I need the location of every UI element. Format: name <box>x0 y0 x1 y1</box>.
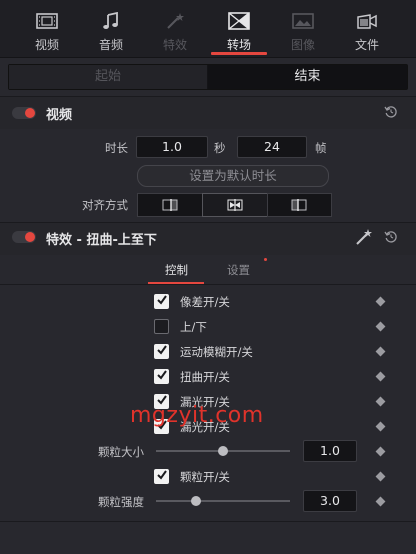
frames-unit: 帧 <box>315 141 327 155</box>
subtab-controls[interactable]: 控制 <box>165 262 188 278</box>
distort-checkbox[interactable] <box>154 369 169 384</box>
keyframe-icon[interactable] <box>375 371 386 382</box>
keyframe-icon[interactable] <box>375 446 386 457</box>
grain-strength-input[interactable]: 3.0 <box>303 490 357 512</box>
grain-strength-label: 颗粒强度 <box>98 495 144 509</box>
magic-wand-icon <box>167 13 184 29</box>
control-row: 扭曲开/关 <box>0 365 416 389</box>
tab-file[interactable]: 文件 <box>335 0 399 57</box>
control-label: 颗粒开/关 <box>180 470 230 484</box>
motion-blur-checkbox[interactable] <box>154 344 169 359</box>
aberration-checkbox[interactable] <box>154 294 169 309</box>
image-icon <box>292 13 314 29</box>
effect-enable-toggle[interactable] <box>12 231 36 243</box>
tab-effects-label: 特效 <box>162 38 187 52</box>
set-default-duration-button[interactable]: 设置为默认时长 <box>137 165 329 187</box>
keyframe-icon[interactable] <box>375 471 386 482</box>
effect-section-header: 特效 - 扭曲-上至下 <box>0 223 416 255</box>
divider <box>0 521 416 522</box>
duration-label: 时长 <box>105 141 128 155</box>
top-tab-bar: 视频 音频 特效 转场 图像 文件 <box>0 0 416 58</box>
seconds-unit: 秒 <box>214 141 226 155</box>
duration-frames-input[interactable]: 24 <box>237 136 307 158</box>
subtab-settings[interactable]: 设置 <box>227 262 250 278</box>
notification-dot <box>264 258 267 261</box>
grain-strength-slider[interactable] <box>156 496 290 506</box>
slider-handle[interactable] <box>191 496 202 506</box>
segment-end[interactable]: 结束 <box>208 65 407 89</box>
effect-section-title: 特效 - 扭曲-上至下 <box>46 233 157 248</box>
keyframe-icon[interactable] <box>375 396 386 407</box>
control-row: 颗粒开/关 <box>0 465 416 489</box>
transition-icon <box>228 12 250 30</box>
grain-strength-row: 颗粒强度 3.0 <box>0 490 416 514</box>
video-section-header: 视频 <box>0 97 416 129</box>
align-end-on-cut-button[interactable] <box>137 193 203 217</box>
tab-transition-label: 转场 <box>226 38 251 52</box>
control-row: 上/下 <box>0 315 416 339</box>
control-label: 扭曲开/关 <box>180 370 230 384</box>
music-note-icon <box>103 12 118 29</box>
control-label: 上/下 <box>180 320 207 334</box>
tab-image-label: 图像 <box>290 38 315 52</box>
tab-video[interactable]: 视频 <box>15 0 79 57</box>
tab-audio-label: 音频 <box>98 38 123 52</box>
tab-audio[interactable]: 音频 <box>79 0 143 57</box>
keyframe-icon[interactable] <box>375 321 386 332</box>
align-center-on-cut-button[interactable] <box>202 193 268 217</box>
tab-effects[interactable]: 特效 <box>143 0 207 57</box>
reset-icon[interactable] <box>384 105 398 119</box>
up-down-checkbox[interactable] <box>154 319 169 334</box>
align-start-on-cut-button[interactable] <box>267 193 332 217</box>
grain-size-input[interactable]: 1.0 <box>303 440 357 462</box>
tab-video-label: 视频 <box>34 38 59 52</box>
effect-library-icon[interactable] <box>354 227 374 247</box>
alignment-label: 对齐方式 <box>82 198 128 212</box>
segment-start[interactable]: 起始 <box>9 65 207 89</box>
align-right-icon <box>291 199 307 211</box>
control-label: 像差开/关 <box>180 295 230 309</box>
align-left-icon <box>162 199 178 211</box>
keyframe-icon[interactable] <box>375 421 386 432</box>
video-section-title: 视频 <box>46 108 73 123</box>
tab-image[interactable]: 图像 <box>271 0 335 57</box>
control-row: 像差开/关 <box>0 290 416 314</box>
keyframe-icon[interactable] <box>375 496 386 507</box>
tab-file-label: 文件 <box>354 38 379 52</box>
align-center-icon <box>227 199 243 211</box>
start-end-segmented-control: 起始 结束 <box>8 64 408 90</box>
divider <box>0 284 416 285</box>
video-enable-toggle[interactable] <box>12 107 36 119</box>
file-camera-icon <box>357 14 377 29</box>
active-tab-indicator <box>211 52 267 55</box>
film-icon <box>36 13 58 29</box>
tab-transition[interactable]: 转场 <box>207 0 271 57</box>
grain-size-label: 颗粒大小 <box>98 445 144 459</box>
watermark: mgzyit.com <box>130 403 264 428</box>
keyframe-icon[interactable] <box>375 296 386 307</box>
slider-handle[interactable] <box>218 446 228 456</box>
duration-seconds-input[interactable]: 1.0 <box>136 136 208 158</box>
control-row: 运动模糊开/关 <box>0 340 416 364</box>
keyframe-icon[interactable] <box>375 346 386 357</box>
grain-size-slider[interactable] <box>156 446 290 456</box>
grain-size-row: 颗粒大小 1.0 <box>0 440 416 464</box>
grain-checkbox[interactable] <box>154 469 169 484</box>
control-label: 运动模糊开/关 <box>180 345 253 359</box>
reset-icon[interactable] <box>384 230 398 244</box>
